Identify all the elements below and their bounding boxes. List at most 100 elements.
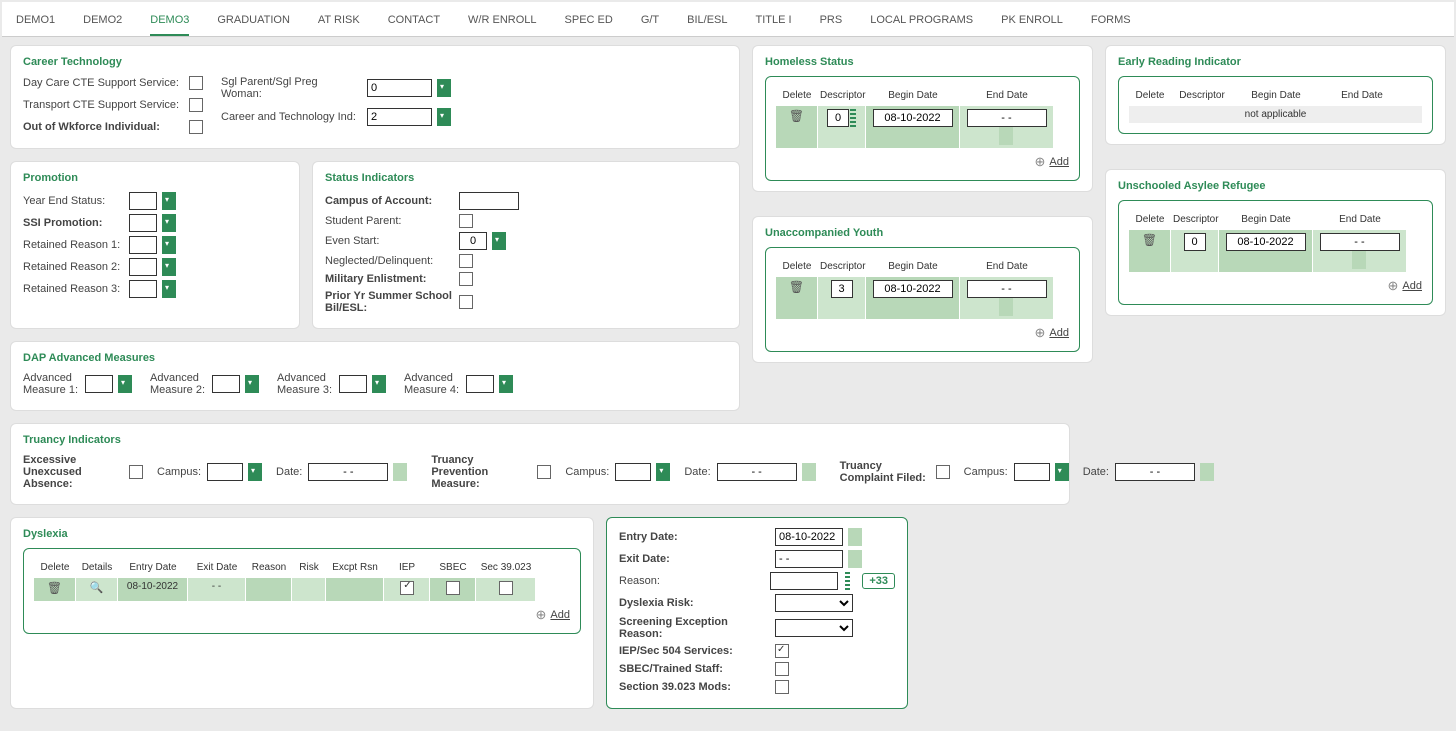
tab-graduation[interactable]: GRADUATION bbox=[217, 10, 290, 36]
add-link[interactable]: Add bbox=[1049, 327, 1069, 339]
calendar-icon[interactable] bbox=[393, 463, 407, 481]
dropdown-icon[interactable] bbox=[492, 232, 506, 250]
filed-checkbox[interactable] bbox=[936, 465, 950, 479]
negl-checkbox[interactable] bbox=[459, 254, 473, 268]
transport-checkbox[interactable] bbox=[189, 98, 203, 112]
stud-parent-checkbox[interactable] bbox=[459, 214, 473, 228]
risk-select[interactable] bbox=[775, 594, 853, 612]
campus-input[interactable] bbox=[615, 463, 651, 481]
tab-bil-esl[interactable]: BIL/ESL bbox=[687, 10, 727, 36]
trash-icon[interactable] bbox=[789, 283, 804, 294]
calendar-icon[interactable] bbox=[1258, 251, 1272, 269]
campus-acct-input[interactable] bbox=[459, 192, 519, 210]
descriptor-input[interactable] bbox=[1184, 233, 1206, 251]
descriptor-input[interactable] bbox=[827, 109, 849, 127]
tab-contact[interactable]: CONTACT bbox=[388, 10, 440, 36]
begin-date-input[interactable] bbox=[1226, 233, 1306, 251]
m1-input[interactable] bbox=[85, 375, 113, 393]
ret1-input[interactable] bbox=[129, 236, 157, 254]
yearend-input[interactable] bbox=[129, 192, 157, 210]
tab-wr-enroll[interactable]: W/R ENROLL bbox=[468, 10, 536, 36]
begin-date-input[interactable] bbox=[873, 109, 953, 127]
ret2-input[interactable] bbox=[129, 258, 157, 276]
dropdown-icon[interactable] bbox=[1055, 463, 1069, 481]
tab-pk-enroll[interactable]: PK ENROLL bbox=[1001, 10, 1063, 36]
end-date-input[interactable] bbox=[1320, 233, 1400, 251]
add-link[interactable]: Add bbox=[1049, 156, 1069, 168]
tab-demo3[interactable]: DEMO3 bbox=[150, 10, 189, 36]
dropdown-icon[interactable] bbox=[245, 375, 259, 393]
iep-detail-checkbox[interactable] bbox=[775, 644, 789, 658]
dropdown-icon[interactable] bbox=[437, 108, 451, 126]
tab-spec-ed[interactable]: SPEC ED bbox=[565, 10, 613, 36]
trash-icon[interactable] bbox=[789, 112, 804, 123]
calendar-icon[interactable] bbox=[1352, 251, 1366, 269]
dropdown-icon[interactable] bbox=[162, 258, 176, 276]
tab-demo1[interactable]: DEMO1 bbox=[16, 10, 55, 36]
trash-icon[interactable] bbox=[1142, 236, 1157, 247]
dropdown-icon[interactable] bbox=[162, 214, 176, 232]
dropdown-icon[interactable] bbox=[499, 375, 513, 393]
prior-checkbox[interactable] bbox=[459, 295, 473, 309]
calendar-icon[interactable] bbox=[999, 298, 1013, 316]
even-input[interactable] bbox=[459, 232, 487, 250]
outwk-checkbox[interactable] bbox=[189, 120, 203, 134]
split-icon[interactable] bbox=[850, 109, 856, 127]
exit-date-input[interactable] bbox=[775, 550, 843, 568]
add-link[interactable]: Add bbox=[550, 609, 570, 621]
details-icon[interactable] bbox=[90, 583, 104, 594]
date-input[interactable] bbox=[308, 463, 388, 481]
sbec-checkbox[interactable] bbox=[446, 581, 460, 595]
dropdown-icon[interactable] bbox=[248, 463, 262, 481]
tab-at-risk[interactable]: AT RISK bbox=[318, 10, 360, 36]
tab-forms[interactable]: FORMS bbox=[1091, 10, 1131, 36]
calendar-icon[interactable] bbox=[905, 127, 919, 145]
tab-prs[interactable]: PRS bbox=[820, 10, 843, 36]
dropdown-icon[interactable] bbox=[656, 463, 670, 481]
calendar-icon[interactable] bbox=[802, 463, 816, 481]
trash-icon[interactable] bbox=[47, 584, 62, 595]
daycare-checkbox[interactable] bbox=[189, 76, 203, 90]
descriptor-input[interactable] bbox=[831, 280, 853, 298]
dropdown-icon[interactable] bbox=[437, 79, 451, 97]
sbec-detail-checkbox[interactable] bbox=[775, 662, 789, 676]
plus-icon[interactable] bbox=[1035, 327, 1046, 339]
calendar-icon[interactable] bbox=[848, 528, 862, 546]
sglparent-input[interactable] bbox=[367, 79, 432, 97]
mil-checkbox[interactable] bbox=[459, 272, 473, 286]
dropdown-icon[interactable] bbox=[372, 375, 386, 393]
end-date-input[interactable] bbox=[967, 109, 1047, 127]
plus-icon[interactable] bbox=[1035, 156, 1046, 168]
calendar-icon[interactable] bbox=[905, 298, 919, 316]
iep-checkbox[interactable] bbox=[400, 581, 414, 595]
add-link[interactable]: Add bbox=[1402, 280, 1422, 292]
reason-input[interactable] bbox=[770, 572, 838, 590]
tab-gt[interactable]: G/T bbox=[641, 10, 659, 36]
m2-input[interactable] bbox=[212, 375, 240, 393]
date-input[interactable] bbox=[1115, 463, 1195, 481]
calendar-icon[interactable] bbox=[848, 550, 862, 568]
ctind-input[interactable] bbox=[367, 108, 432, 126]
end-date-input[interactable] bbox=[967, 280, 1047, 298]
campus-input[interactable] bbox=[1014, 463, 1050, 481]
date-input[interactable] bbox=[717, 463, 797, 481]
ret3-input[interactable] bbox=[129, 280, 157, 298]
dropdown-icon[interactable] bbox=[118, 375, 132, 393]
plus-icon[interactable] bbox=[536, 609, 547, 621]
sec39-checkbox[interactable] bbox=[499, 581, 513, 595]
dropdown-icon[interactable] bbox=[162, 192, 176, 210]
m4-input[interactable] bbox=[466, 375, 494, 393]
ssi-input[interactable] bbox=[129, 214, 157, 232]
tab-local-programs[interactable]: LOCAL PROGRAMS bbox=[870, 10, 973, 36]
m3-input[interactable] bbox=[339, 375, 367, 393]
dropdown-icon[interactable] bbox=[162, 280, 176, 298]
calendar-icon[interactable] bbox=[999, 127, 1013, 145]
tab-title-i[interactable]: TITLE I bbox=[756, 10, 792, 36]
dropdown-icon[interactable] bbox=[162, 236, 176, 254]
plus-icon[interactable] bbox=[1388, 280, 1399, 292]
mods-detail-checkbox[interactable] bbox=[775, 680, 789, 694]
campus-input[interactable] bbox=[207, 463, 243, 481]
screening-select[interactable] bbox=[775, 619, 853, 637]
tab-demo2[interactable]: DEMO2 bbox=[83, 10, 122, 36]
split-icon[interactable] bbox=[845, 572, 851, 590]
